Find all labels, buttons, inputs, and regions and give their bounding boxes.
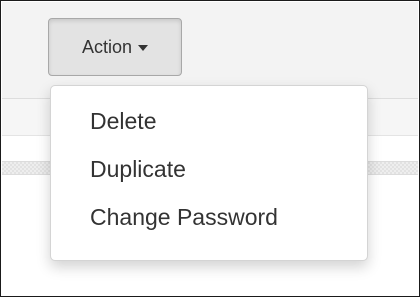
screenshot-frame: Action Delete Duplicate Change Password <box>0 0 420 297</box>
caret-down-icon <box>138 45 149 51</box>
menu-item-delete[interactable]: Delete <box>51 103 367 151</box>
action-dropdown-menu: Delete Duplicate Change Password <box>50 85 368 261</box>
action-dropdown-button[interactable]: Action <box>48 18 182 76</box>
menu-item-duplicate[interactable]: Duplicate <box>51 151 367 199</box>
menu-item-change-password[interactable]: Change Password <box>51 199 367 247</box>
action-button-label: Action <box>81 36 133 57</box>
